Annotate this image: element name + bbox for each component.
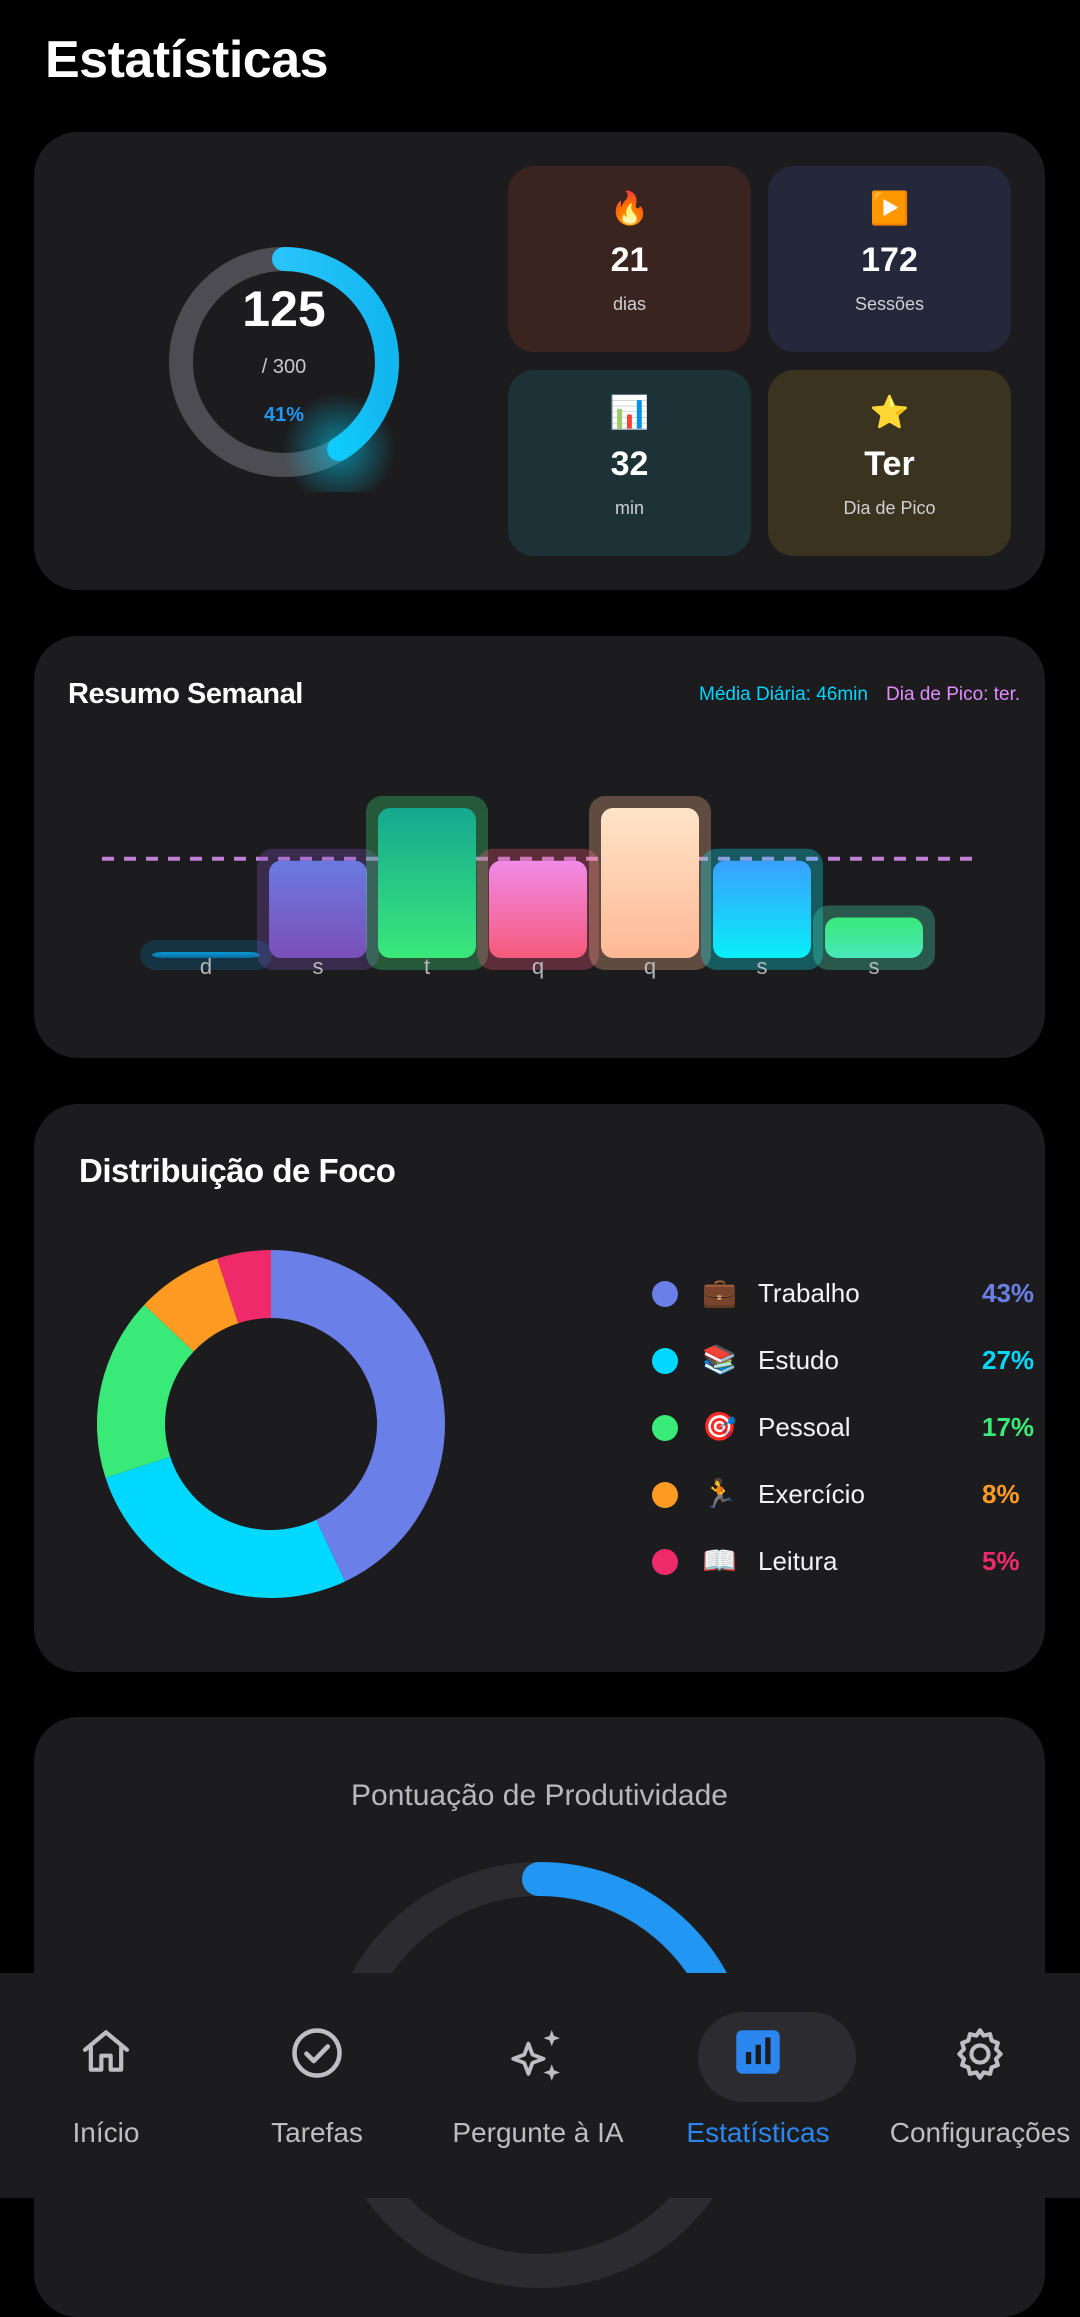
weekly-bar-label: s bbox=[869, 954, 880, 979]
gear-icon bbox=[957, 2028, 1003, 2080]
nav-statistics[interactable]: Estatísticas bbox=[650, 1973, 866, 2198]
overview-card: 125 / 300 41% 🔥 21 dias ▶️ 172 Sessões 📊… bbox=[34, 132, 1045, 590]
check-circle-icon bbox=[292, 2028, 342, 2078]
focus-donut-chart bbox=[97, 1250, 445, 1598]
legend-percentage: 43% bbox=[982, 1278, 1035, 1308]
legend-category-name: Exercício bbox=[758, 1479, 865, 1509]
legend-item: 📖 Leitura 5% bbox=[652, 1542, 1032, 1582]
sessions-value: 172 bbox=[861, 241, 918, 279]
nav-ask-ai-label: Pergunte à IA bbox=[452, 2117, 624, 2148]
goal-progress-percent: 41% bbox=[263, 404, 305, 426]
donut-slice-estudo bbox=[105, 1456, 346, 1598]
home-icon bbox=[82, 2030, 130, 2072]
nav-statistics-label: Estatísticas bbox=[686, 2117, 830, 2148]
legend-emoji-icon: 🏃 bbox=[702, 1478, 737, 1509]
average-minutes-label: min bbox=[614, 498, 644, 518]
sessions-label: Sessões bbox=[854, 294, 925, 314]
legend-color-dot bbox=[652, 1415, 678, 1441]
weekly-summary-card: Resumo Semanal Média Diária: 46min Dia d… bbox=[34, 636, 1045, 1058]
legend-percentage: 27% bbox=[982, 1345, 1035, 1375]
peak-day-value: Ter bbox=[864, 445, 915, 483]
peak-day-tile: ⭐ Ter Dia de Pico bbox=[768, 370, 1011, 556]
legend-color-dot bbox=[652, 1348, 678, 1374]
sparkles-icon bbox=[511, 2029, 560, 2081]
legend-category-name: Estudo bbox=[758, 1345, 839, 1375]
goal-progress-total: / 300 bbox=[261, 356, 307, 378]
bar-chart-icon: 📊 bbox=[609, 394, 650, 430]
legend-category-name: Pessoal bbox=[758, 1412, 851, 1442]
average-minutes-tile: 📊 32 min bbox=[508, 370, 751, 556]
legend-emoji-icon: 🎯 bbox=[702, 1411, 737, 1442]
legend-item: 💼 Trabalho 43% bbox=[652, 1274, 1035, 1314]
weekly-bar-label: d bbox=[200, 954, 212, 979]
nav-tasks[interactable]: Tarefas bbox=[209, 1973, 425, 2198]
weekly-bar-4 bbox=[601, 808, 699, 958]
legend-item: 📚 Estudo 27% bbox=[652, 1341, 1035, 1381]
legend-emoji-icon: 💼 bbox=[702, 1277, 737, 1308]
focus-distribution-card: Distribuição de Foco 💼 Trabalho 43% 📚 Estudo… bbox=[34, 1104, 1045, 1672]
legend-percentage: 8% bbox=[982, 1479, 1020, 1509]
streak-tile: 🔥 21 dias bbox=[508, 166, 751, 352]
legend-emoji-icon: 📖 bbox=[702, 1545, 737, 1576]
legend-color-dot bbox=[652, 1281, 678, 1307]
peak-day-label: Dia de Pico bbox=[843, 498, 936, 518]
legend-category-name: Trabalho bbox=[758, 1278, 860, 1308]
legend-category-name: Leitura bbox=[758, 1546, 838, 1576]
star-icon: ⭐ bbox=[869, 394, 910, 430]
nav-settings-label: Configurações bbox=[889, 2117, 1071, 2148]
nav-settings[interactable]: Configurações bbox=[872, 1973, 1080, 2198]
legend-item: 🏃 Exercício 8% bbox=[652, 1475, 1032, 1515]
goal-progress-ring: 125 / 300 41% bbox=[154, 232, 414, 492]
nav-home-label: Início bbox=[72, 2117, 140, 2148]
average-minutes-value: 32 bbox=[610, 445, 649, 483]
legend-percentage: 5% bbox=[982, 1546, 1020, 1576]
nav-tasks-label: Tarefas bbox=[271, 2117, 363, 2148]
nav-home[interactable]: Início bbox=[0, 1973, 214, 2198]
stats-icon bbox=[736, 2030, 780, 2074]
weekly-bar-chart: dstqqss bbox=[102, 796, 974, 979]
nav-ask-ai[interactable]: Pergunte à IA bbox=[430, 1973, 646, 2198]
focus-distribution-title: Distribuição de Foco bbox=[79, 1152, 396, 1189]
weekly-bar-label: s bbox=[757, 954, 768, 979]
weekly-bar-label: q bbox=[532, 954, 544, 979]
fire-icon: 🔥 bbox=[609, 190, 650, 226]
weekly-bar-label: q bbox=[644, 954, 656, 979]
goal-progress-value: 125 bbox=[242, 281, 326, 337]
weekly-bar-3 bbox=[489, 860, 587, 958]
streak-value: 21 bbox=[610, 241, 649, 279]
weekly-bar-label: s bbox=[313, 954, 324, 979]
bottom-navigation: Início Tarefas Pergunte à IA Estatística… bbox=[0, 1973, 1080, 2198]
weekly-bar-2 bbox=[378, 808, 476, 958]
weekly-bar-label: t bbox=[424, 954, 430, 979]
weekly-bar-6 bbox=[825, 917, 923, 958]
page-title: Estatísticas bbox=[45, 31, 329, 89]
sessions-tile: ▶️ 172 Sessões bbox=[768, 166, 1011, 352]
legend-color-dot bbox=[652, 1549, 678, 1575]
legend-emoji-icon: 📚 bbox=[702, 1344, 737, 1375]
streak-label: dias bbox=[612, 294, 647, 314]
weekly-bar-1 bbox=[269, 860, 367, 958]
legend-percentage: 17% bbox=[982, 1412, 1035, 1442]
legend-item: 🎯 Pessoal 17% bbox=[652, 1408, 1035, 1448]
legend-color-dot bbox=[652, 1482, 678, 1508]
play-icon: ▶️ bbox=[869, 190, 910, 226]
weekly-bar-5 bbox=[713, 860, 811, 958]
